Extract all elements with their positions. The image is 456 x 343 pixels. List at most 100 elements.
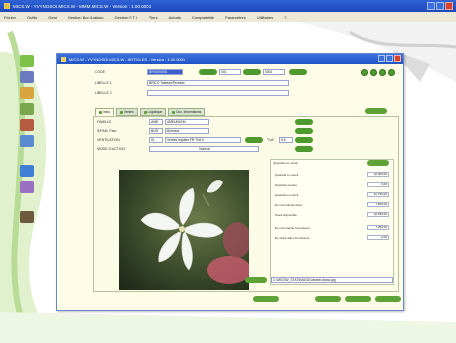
menu-item-parametres[interactable]: Paramètres — [225, 15, 246, 20]
menu-item-gestion-bur[interactable]: Gestion Bur./Liaison — [68, 15, 104, 20]
mode-field[interactable]: Normal — [149, 146, 259, 152]
folder-icon[interactable] — [20, 87, 34, 99]
image-browse-button[interactable] — [245, 277, 267, 283]
close-button[interactable] — [445, 2, 453, 10]
code-label: CODE — [95, 70, 106, 74]
toolbar-spacer-2 — [16, 197, 38, 211]
first-record-button[interactable] — [361, 69, 368, 76]
tab-doc-informations[interactable]: Doc. Informations — [168, 108, 206, 116]
ss-famille-lookup-button[interactable] — [295, 128, 313, 134]
app-title: MICS.W - YVYNOSOI.MICS.W - MMM.MICS.W - … — [13, 3, 152, 9]
article-window-titlebar: MICS.W - YVYNOSOI.MICS.W - ARTICLES - Ve… — [57, 54, 403, 64]
menu-item-utilitaires[interactable]: Utilitaires — [257, 15, 273, 20]
bottom-action-button-1[interactable] — [253, 296, 279, 302]
tab-ventes-label: Ventes — [123, 110, 134, 114]
tva-lookup-button[interactable] — [295, 137, 313, 143]
ss-famille-code-field[interactable]: BUR — [149, 128, 163, 134]
famille-code-field[interactable]: AME — [149, 119, 163, 125]
famille-lookup-button[interactable] — [295, 119, 313, 125]
stock-row-value: 7 500,00 — [367, 202, 389, 207]
tab-infos-label: Infos — [103, 110, 110, 114]
libelle2-label: LIBELLE 2 — [95, 91, 112, 95]
menu-item-gest[interactable]: Gest — [48, 15, 56, 20]
document-icon[interactable] — [20, 71, 34, 83]
stock-row-label: En stock atlier fournisseur — [275, 236, 310, 240]
mode-lookup-button[interactable] — [295, 146, 313, 152]
stock-panel: Quantités en stock Quantité en stock 10 … — [270, 159, 394, 285]
stock-row-value: 0,00 — [367, 235, 389, 240]
code-nav-button-3[interactable] — [289, 69, 307, 75]
image-path-field[interactable]: C:\MICSW_STAT\IMAGE\Jasmin-blanc.jpg — [271, 277, 393, 283]
libelle1-label: LIBELLE 1 — [95, 81, 112, 85]
menu-item-tiers[interactable]: Tiers — [149, 15, 158, 20]
minimize-button[interactable] — [427, 2, 435, 10]
tva-field[interactable]: 5,5 — [279, 137, 293, 143]
globe-icon[interactable] — [20, 181, 34, 193]
article-minimize-button[interactable] — [378, 55, 385, 62]
libelle1-field[interactable]: BRICO Tableau/Pendule — [147, 80, 289, 86]
app-titlebar: MICS.W - YVYNOSOI.MICS.W - MMM.MICS.W - … — [0, 0, 456, 12]
left-toolbar — [16, 55, 38, 227]
tab-ventes[interactable]: Ventes — [115, 108, 138, 116]
tools-icon[interactable] — [20, 119, 34, 131]
bottom-action-button-2[interactable] — [315, 296, 341, 302]
product-photo — [119, 170, 249, 290]
people-icon[interactable] — [20, 165, 34, 177]
ventilation-field[interactable]: Ventes régulier FR TVA 5 — [165, 137, 241, 143]
tab-infos-icon — [99, 110, 102, 114]
tab-infos[interactable]: Infos — [95, 108, 114, 116]
tab-logistique[interactable]: Logistique — [139, 108, 167, 116]
home-icon[interactable] — [20, 55, 34, 67]
article-window: MICS.W - YVYNOSOI.MICS.W - ARTICLES - Ve… — [56, 53, 404, 311]
tab-logistique-icon — [143, 110, 147, 114]
calendar-icon[interactable] — [20, 103, 34, 115]
ss-famille-field[interactable]: Bureaux — [165, 128, 209, 134]
tab-doc-informations-label: Doc. Informations — [176, 110, 202, 114]
tab-action-button[interactable] — [365, 108, 387, 114]
menu-item-outils[interactable]: Outils — [27, 15, 37, 20]
tab-ventes-icon — [119, 110, 123, 114]
code-extra-field-2[interactable]: 0001 — [263, 69, 285, 75]
menu-item-comptabilite[interactable]: Comptabilité — [192, 15, 214, 20]
prev-record-button[interactable] — [370, 69, 377, 76]
code-field[interactable]: BRXXX0001 — [147, 69, 183, 75]
famille-field[interactable]: AMEUBLEM. — [165, 119, 209, 125]
menu-item-help[interactable]: ? — [284, 15, 286, 20]
chart-icon[interactable] — [20, 135, 34, 147]
famille-label: FAMILLE — [97, 120, 112, 124]
last-record-button[interactable] — [388, 69, 395, 76]
bottom-action-button-3[interactable] — [345, 296, 371, 302]
stock-row-label: Stock disponible — [275, 213, 297, 217]
menubar: Fichier Outils Gest Gestion Bur./Liaison… — [0, 12, 456, 22]
ventilation-lookup-button[interactable] — [245, 137, 263, 143]
stock-panel-button[interactable] — [367, 160, 389, 166]
article-maximize-button[interactable] — [386, 55, 393, 62]
flower-image — [119, 170, 249, 290]
code-nav-button[interactable] — [199, 69, 217, 75]
menu-item-gestion-fti[interactable]: Gestion F.T.I. — [115, 15, 138, 20]
menu-item-achats[interactable]: Achats — [169, 15, 181, 20]
libelle2-field[interactable] — [147, 90, 289, 96]
code-nav-button-2[interactable] — [243, 69, 261, 75]
ventilation-label: VENTILATION — [97, 138, 120, 142]
article-window-controls — [378, 55, 401, 62]
ventilation-code-field[interactable]: 01 — [149, 137, 163, 143]
stock-row-value: 10 750,00 — [367, 192, 389, 197]
bottom-action-button-4[interactable] — [375, 296, 401, 302]
window-controls — [427, 2, 453, 10]
tab-logistique-label: Logistique — [147, 110, 163, 114]
user-icon[interactable] — [20, 211, 34, 223]
stock-row-label: En commande client — [275, 203, 303, 207]
stock-row-value: 10 250,00 — [367, 212, 389, 217]
article-close-button[interactable] — [394, 55, 401, 62]
stock-row-label: En commande fournisseur — [275, 226, 311, 230]
next-record-button[interactable] — [379, 69, 386, 76]
menu-item-fichier[interactable]: Fichier — [4, 15, 16, 20]
maximize-button[interactable] — [436, 2, 444, 10]
stock-row-label: Quantité en stock — [275, 193, 299, 197]
article-window-icon — [61, 56, 66, 62]
tva-label: TVA — [267, 138, 274, 142]
stock-row-value: 0,00 — [367, 182, 389, 187]
tab-doc-informations-icon — [172, 110, 176, 114]
code-extra-field-1[interactable]: 001 — [219, 69, 241, 75]
